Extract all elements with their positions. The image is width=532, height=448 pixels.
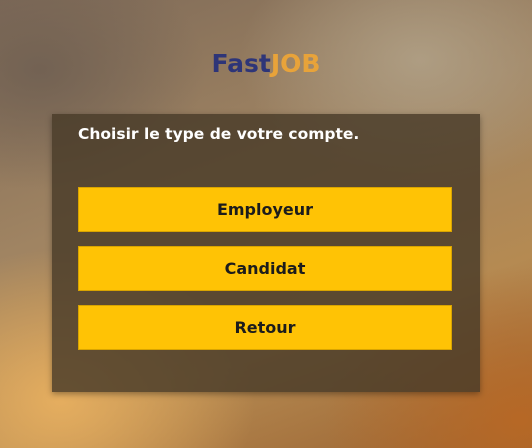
account-type-panel: Choisir le type de votre compte. Employe…	[52, 114, 480, 392]
app-logo: FastJOB	[0, 46, 532, 82]
logo-text-fast: Fast	[211, 49, 271, 78]
candidate-button[interactable]: Candidat	[78, 246, 452, 291]
back-button[interactable]: Retour	[78, 305, 452, 350]
logo-text-job: JOB	[270, 49, 321, 78]
employer-button[interactable]: Employeur	[78, 187, 452, 232]
panel-title: Choisir le type de votre compte.	[78, 125, 360, 143]
